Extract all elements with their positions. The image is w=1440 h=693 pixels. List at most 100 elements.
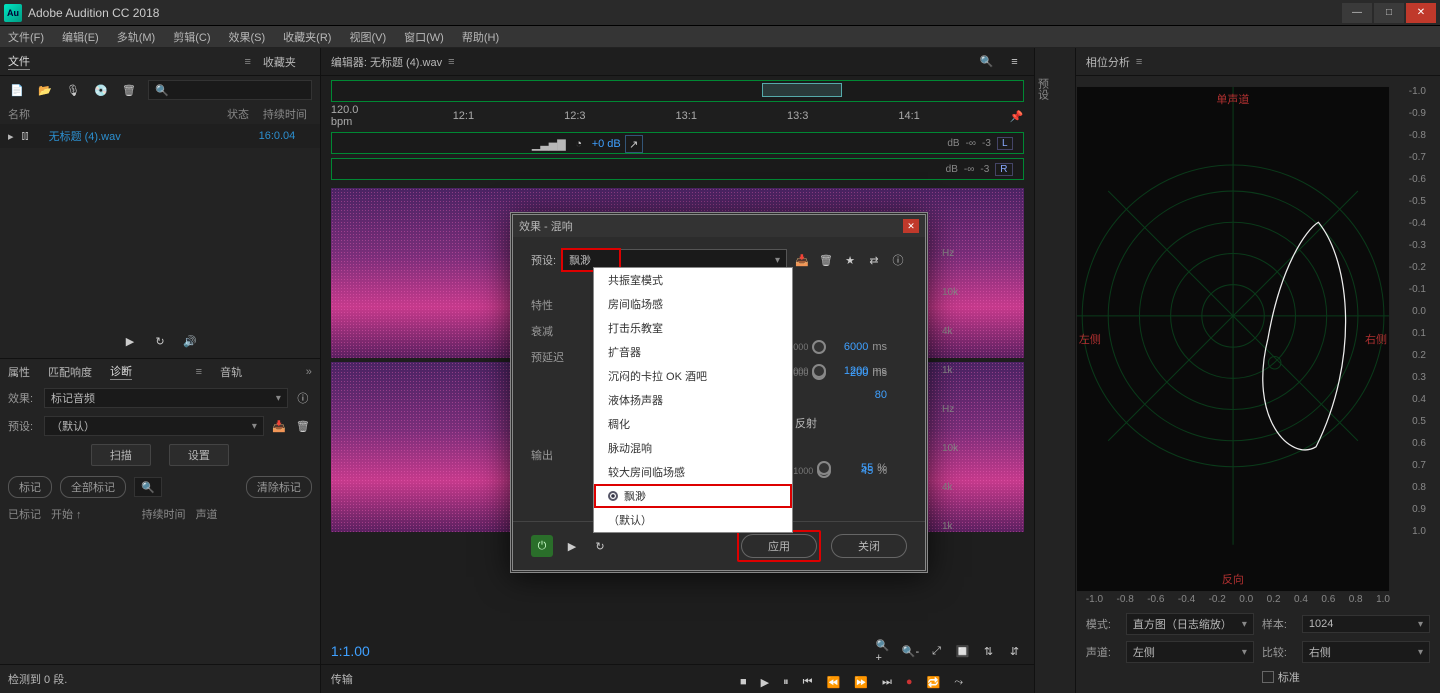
delete-preset-icon[interactable]: 🗑: [294, 417, 312, 435]
preset-option[interactable]: 房间临场感: [594, 292, 792, 316]
mark-all-button[interactable]: 全部标记: [60, 476, 126, 498]
pin-icon[interactable]: 📌: [1010, 107, 1024, 125]
list-view-icon[interactable]: ≡: [1006, 53, 1024, 71]
preset-option[interactable]: 共振室模式: [594, 268, 792, 292]
slider-knob[interactable]: [812, 364, 826, 378]
menu-view[interactable]: 视图(V): [349, 29, 386, 45]
zoom-tool-icon[interactable]: 🔍: [978, 53, 996, 71]
mcol-start[interactable]: 开始 ↑: [51, 506, 82, 522]
save-preset-icon[interactable]: 📥: [270, 417, 288, 435]
zoom-v-in-icon[interactable]: ⇅: [980, 642, 998, 660]
loop-icon[interactable]: ↻: [151, 332, 169, 350]
pause-icon[interactable]: ⏸: [783, 676, 789, 689]
timecode-display[interactable]: 1:1.00: [331, 643, 370, 659]
delete-preset-icon[interactable]: 🗑: [817, 251, 835, 269]
samples-select[interactable]: 1024▾: [1302, 615, 1430, 633]
marker-search[interactable]: 🔍: [134, 477, 162, 497]
record-icon[interactable]: 🎙: [64, 81, 82, 99]
mark-button[interactable]: 标记: [8, 476, 52, 498]
preview-loop-icon[interactable]: ↻: [591, 537, 609, 555]
menu-effects[interactable]: 效果(S): [229, 29, 266, 45]
skip-silence-icon[interactable]: ⤳: [954, 676, 963, 689]
open-file-icon[interactable]: 📂: [36, 81, 54, 99]
zoom-out-icon[interactable]: 🔍-: [902, 642, 920, 660]
preset-strip-label[interactable]: 预设: [1035, 78, 1051, 100]
preset-option[interactable]: 沉闷的卡拉 OK 酒吧: [594, 364, 792, 388]
stop-icon[interactable]: ■: [740, 676, 747, 689]
save-preset-icon[interactable]: 📥: [793, 251, 811, 269]
tab-track[interactable]: 音轨: [220, 364, 242, 380]
dialog-close-button[interactable]: ✕: [903, 219, 919, 233]
view-region-handle[interactable]: [762, 83, 842, 97]
skip-start-icon[interactable]: ⏮: [803, 676, 813, 689]
menu-help[interactable]: 帮助(H): [462, 29, 499, 45]
compare-select[interactable]: 右侧▾: [1302, 641, 1430, 663]
normalize-checkbox[interactable]: [1262, 671, 1274, 683]
effect-select[interactable]: 标记音频 ▾: [44, 388, 288, 408]
phase-scope[interactable]: 单声道 左侧 右侧 反向: [1076, 86, 1390, 592]
expand-icon[interactable]: ↗: [625, 135, 643, 153]
level-value[interactable]: +0 dB: [592, 138, 621, 150]
preset-option[interactable]: （默认）: [594, 508, 792, 532]
tab-properties[interactable]: 属性: [8, 364, 30, 380]
editor-menu-icon[interactable]: ≡: [448, 56, 454, 68]
trash-icon[interactable]: 🗑: [120, 81, 138, 99]
overflow-icon[interactable]: »: [306, 366, 312, 378]
menu-file[interactable]: 文件(F): [8, 29, 44, 45]
minimize-button[interactable]: —: [1342, 3, 1372, 23]
new-file-icon[interactable]: 📄: [8, 81, 26, 99]
tab-diagnostics[interactable]: 诊断: [110, 363, 132, 380]
tab-files[interactable]: 文件: [8, 53, 30, 70]
col-name[interactable]: 名称: [8, 106, 218, 122]
channel-right-badge[interactable]: R: [995, 163, 1012, 176]
zoom-v-out-icon[interactable]: ⇵: [1006, 642, 1024, 660]
menu-edit[interactable]: 编辑(E): [62, 29, 99, 45]
slider-value[interactable]: 80: [849, 389, 887, 401]
close-window-button[interactable]: ✕: [1406, 3, 1436, 23]
search-input[interactable]: 🔍: [148, 80, 312, 100]
zoom-fit-icon[interactable]: ⤢: [928, 642, 946, 660]
loop-toggle-icon[interactable]: 🔁: [927, 676, 941, 689]
record-icon[interactable]: ●: [906, 676, 913, 689]
apply-button[interactable]: 应用: [741, 534, 817, 558]
col-duration[interactable]: 持续时间: [258, 106, 312, 122]
favorite-icon[interactable]: ★: [841, 251, 859, 269]
file-row[interactable]: ▸ ⫾⫾ 无标题 (4).wav 16:0.04: [0, 124, 320, 148]
slider-knob[interactable]: [817, 461, 831, 475]
cd-icon[interactable]: 💿: [92, 81, 110, 99]
auto-play-icon[interactable]: 🔊: [181, 332, 199, 350]
power-toggle[interactable]: ⏻: [531, 535, 553, 557]
menu-favorites[interactable]: 收藏夹(R): [283, 29, 331, 45]
track-header-left[interactable]: dB -∞ -3 L ▁▃▅▇ ◔ +0 dB ↗: [331, 132, 1024, 154]
phase-menu-icon[interactable]: ≡: [1136, 56, 1142, 68]
clear-markers-button[interactable]: 清除标记: [246, 476, 312, 498]
preset-option[interactable]: 打击乐教室: [594, 316, 792, 340]
close-button[interactable]: 关闭: [831, 534, 907, 558]
preset-option[interactable]: 脉动混响: [594, 436, 792, 460]
expand-icon[interactable]: ▸: [8, 130, 14, 143]
compare-icon[interactable]: ⇄: [865, 251, 883, 269]
mode-select[interactable]: 直方图（日志缩放）▾: [1126, 613, 1254, 635]
clock-icon[interactable]: ◔: [570, 135, 588, 153]
scan-button[interactable]: 扫描: [91, 444, 151, 466]
slider-value[interactable]: 1200: [830, 365, 868, 377]
preset-option[interactable]: 较大房间临场感: [594, 460, 792, 484]
dry-value[interactable]: 55: [835, 462, 873, 474]
mcol-marked[interactable]: 已标记: [8, 506, 41, 522]
tab-favorites[interactable]: 收藏夹: [263, 54, 296, 70]
mcol-channel[interactable]: 声道: [196, 506, 218, 522]
mcol-duration[interactable]: 持续时间: [142, 506, 186, 522]
channel-left-badge[interactable]: L: [997, 137, 1013, 150]
forward-icon[interactable]: ⏩: [854, 676, 868, 689]
preset-option-selected[interactable]: 飘渺: [594, 484, 792, 508]
zoom-in-icon[interactable]: 🔍+: [876, 642, 894, 660]
info-icon[interactable]: ⓘ: [889, 251, 907, 269]
channel-select[interactable]: 左侧▾: [1126, 641, 1254, 663]
info-icon[interactable]: ⓘ: [294, 389, 312, 407]
play-icon[interactable]: ▶: [761, 676, 769, 689]
preset-select-left[interactable]: （默认） ▾: [44, 416, 264, 436]
time-ruler[interactable]: 120.0 bpm 12:1 12:3 13:1 13:3 14:1 📌: [321, 102, 1034, 130]
play-icon[interactable]: ▶: [121, 332, 139, 350]
zoom-sel-icon[interactable]: 🔲: [954, 642, 972, 660]
preset-option[interactable]: 液体扬声器: [594, 388, 792, 412]
